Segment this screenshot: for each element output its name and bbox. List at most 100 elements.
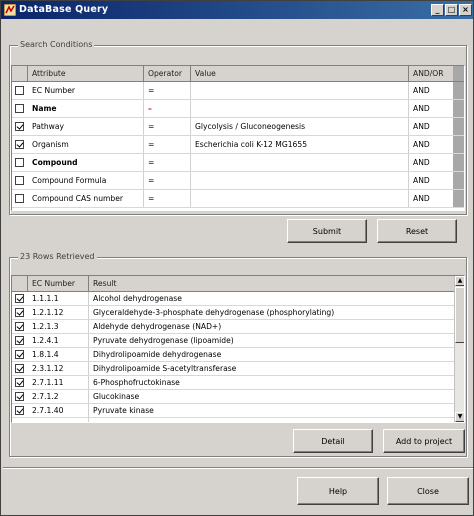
detail-button[interactable]: Detail	[293, 429, 373, 453]
result-checkbox-cell[interactable]	[12, 320, 28, 333]
result-checkbox-cell[interactable]	[12, 306, 28, 319]
checkbox-icon[interactable]	[15, 157, 24, 167]
condition-operator[interactable]: =	[144, 190, 191, 207]
table-row[interactable]: 1.2.1.3 Aldehyde dehydrogenase (NAD+)	[12, 320, 455, 334]
help-button[interactable]: Help	[297, 477, 379, 505]
table-row[interactable]: 1.8.1.4 Dihydrolipoamide dehydrogenase	[12, 348, 455, 362]
scroll-thumb[interactable]	[455, 287, 464, 343]
checkbox-icon[interactable]	[15, 363, 24, 373]
condition-value[interactable]	[191, 172, 409, 189]
condition-checkbox-cell[interactable]	[12, 136, 28, 153]
checkbox-icon[interactable]	[15, 103, 24, 113]
result-ec-number: 2.7.1.40	[28, 404, 89, 417]
condition-operator[interactable]: =	[144, 172, 191, 189]
condition-value[interactable]	[191, 154, 409, 171]
checkbox-icon[interactable]	[15, 391, 24, 401]
result-ec-number: 1.1.1.1	[28, 292, 89, 305]
checkbox-icon[interactable]	[15, 175, 24, 185]
add-to-project-button[interactable]: Add to project	[383, 429, 465, 453]
search-table-header: Attribute Operator Value AND/OR	[12, 66, 464, 82]
condition-value[interactable]: Escherichia coli K-12 MG1655	[191, 136, 409, 153]
condition-andor[interactable]: AND	[409, 82, 453, 99]
table-row[interactable]: 1.2.4.1 Pyruvate dehydrogenase (lipoamide…	[12, 334, 455, 348]
condition-value[interactable]	[191, 190, 409, 207]
result-name: 6-Phosphofructokinase	[93, 378, 180, 387]
condition-value[interactable]	[191, 82, 409, 99]
result-name: Glucokinase	[93, 392, 140, 401]
scroll-up-icon[interactable]: ▲	[455, 276, 464, 286]
condition-andor[interactable]: AND	[409, 190, 453, 207]
row-filler	[453, 100, 464, 117]
window-title: DataBase Query	[19, 4, 109, 15]
condition-operator[interactable]: –	[144, 100, 191, 117]
close-button[interactable]: Close	[387, 477, 469, 505]
result-ec-number: 2.3.1.12	[28, 362, 89, 375]
maximize-icon[interactable]: □	[445, 4, 458, 16]
search-conditions-table: Attribute Operator Value AND/OR EC Numbe…	[11, 65, 465, 211]
condition-row[interactable]: Pathway = Glycolysis / Gluconeogenesis AND	[12, 118, 464, 136]
header-operator: Operator	[144, 66, 191, 81]
condition-checkbox-cell[interactable]	[12, 154, 28, 171]
checkbox-icon[interactable]	[15, 349, 24, 359]
checkbox-icon[interactable]	[15, 293, 24, 303]
result-checkbox-cell[interactable]	[12, 376, 28, 389]
condition-checkbox-cell[interactable]	[12, 190, 28, 207]
result-ec-number: 1.2.1.3	[28, 320, 89, 333]
condition-checkbox-cell[interactable]	[12, 100, 28, 117]
result-checkbox-cell[interactable]	[12, 404, 28, 417]
checkbox-icon[interactable]	[15, 321, 24, 331]
condition-andor[interactable]: AND	[409, 136, 453, 153]
condition-operator[interactable]: =	[144, 136, 191, 153]
result-checkbox-cell[interactable]	[12, 390, 28, 403]
table-row[interactable]: 2.7.1.11 6-Phosphofructokinase	[12, 376, 455, 390]
table-row[interactable]: 2.7.1.2 Glucokinase	[12, 390, 455, 404]
checkbox-icon[interactable]	[15, 85, 24, 95]
checkbox-icon[interactable]	[15, 335, 24, 345]
condition-attribute: Compound Formula	[28, 172, 144, 189]
condition-value[interactable]: Glycolysis / Gluconeogenesis	[191, 118, 409, 135]
result-checkbox-cell[interactable]	[12, 292, 28, 305]
condition-checkbox-cell[interactable]	[12, 118, 28, 135]
condition-row[interactable]: EC Number = AND	[12, 82, 464, 100]
table-row[interactable]: 2.7.1.40 Pyruvate kinase	[12, 404, 455, 418]
close-icon[interactable]: ×	[459, 4, 472, 16]
condition-row[interactable]: Name – AND	[12, 100, 464, 118]
table-row[interactable]: 1.1.1.1 Alcohol dehydrogenase	[12, 292, 455, 306]
checkbox-icon[interactable]	[15, 193, 24, 203]
condition-value[interactable]	[191, 100, 409, 117]
condition-operator[interactable]: =	[144, 118, 191, 135]
title-bar[interactable]: DataBase Query _ □ ×	[1, 1, 473, 19]
checkbox-icon[interactable]	[15, 405, 24, 415]
checkbox-icon[interactable]	[15, 121, 24, 131]
condition-operator[interactable]: =	[144, 82, 191, 99]
result-checkbox-cell[interactable]	[12, 362, 28, 375]
database-app-icon	[4, 4, 16, 16]
condition-andor[interactable]: AND	[409, 154, 453, 171]
row-filler	[453, 118, 464, 135]
reset-button[interactable]: Reset	[377, 219, 457, 243]
condition-andor[interactable]: AND	[409, 172, 453, 189]
scroll-down-icon[interactable]: ▼	[455, 412, 464, 422]
result-checkbox-cell[interactable]	[12, 334, 28, 347]
minimize-icon[interactable]: _	[431, 4, 444, 16]
table-row[interactable]: 2.3.1.12 Dihydrolipoamide S-acetyltransfe…	[12, 362, 455, 376]
condition-andor[interactable]: AND	[409, 100, 453, 117]
condition-row[interactable]: Organism = Escherichia coli K-12 MG1655 AND	[12, 136, 464, 154]
condition-checkbox-cell[interactable]	[12, 82, 28, 99]
condition-attribute: Compound	[28, 154, 144, 171]
checkbox-icon[interactable]	[15, 307, 24, 317]
condition-row[interactable]: Compound CAS number = AND	[12, 190, 464, 208]
checkbox-icon[interactable]	[15, 377, 24, 387]
checkbox-icon[interactable]	[15, 139, 24, 149]
submit-button[interactable]: Submit	[287, 219, 367, 243]
condition-andor[interactable]: AND	[409, 118, 453, 135]
partial-row	[12, 418, 455, 422]
condition-row[interactable]: Compound Formula = AND	[12, 172, 464, 190]
results-vertical-scrollbar[interactable]: ▲ ▼	[454, 276, 464, 422]
result-ec-number: 2.7.1.11	[28, 376, 89, 389]
table-row[interactable]: 1.2.1.12 Glyceraldehyde-3-phosphate dehyd…	[12, 306, 455, 320]
condition-checkbox-cell[interactable]	[12, 172, 28, 189]
condition-row[interactable]: Compound = AND	[12, 154, 464, 172]
condition-operator[interactable]: =	[144, 154, 191, 171]
result-checkbox-cell[interactable]	[12, 348, 28, 361]
